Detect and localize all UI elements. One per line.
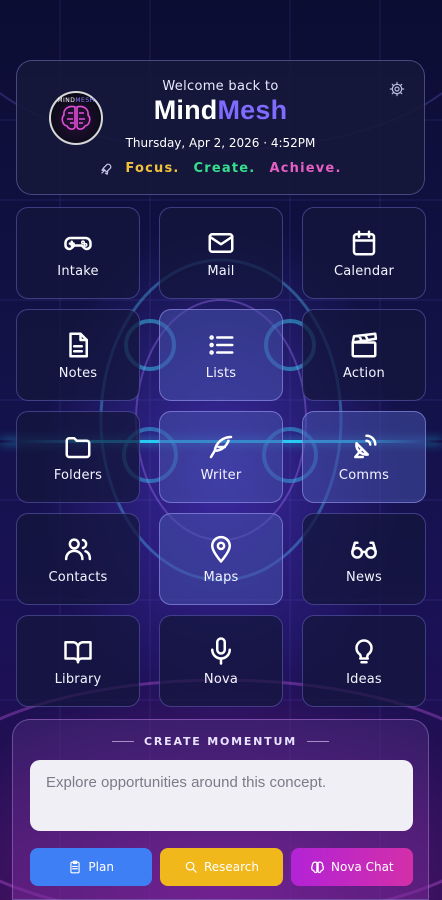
tile-mail[interactable]: Mail xyxy=(159,207,283,299)
heading-divider-right xyxy=(306,741,329,742)
nova-chat-button-label: Nova Chat xyxy=(331,860,394,874)
tile-label: Contacts xyxy=(48,570,108,585)
book-icon xyxy=(64,641,92,664)
tile-label: Library xyxy=(54,672,102,687)
tile-label: News xyxy=(346,570,382,585)
tile-label: Mail xyxy=(207,264,235,279)
plan-button-label: Plan xyxy=(88,860,114,874)
app-title: MindMesh xyxy=(17,95,424,126)
tile-nova[interactable]: Nova xyxy=(159,615,283,707)
current-datetime: Thursday, Apr 2, 2026 · 4:52PM xyxy=(125,136,316,150)
gamepad-icon xyxy=(64,236,92,251)
list-icon xyxy=(209,335,234,355)
momentum-actions: Plan Research Nova Chat xyxy=(30,848,413,886)
search-icon xyxy=(185,861,197,873)
gear-icon xyxy=(389,81,405,97)
tile-label: Folders xyxy=(53,468,103,483)
tile-maps[interactable]: Maps xyxy=(159,513,283,605)
glasses-icon xyxy=(351,541,377,559)
tile-calendar[interactable]: Calendar xyxy=(302,207,426,299)
feather-icon xyxy=(209,435,233,459)
settings-button[interactable] xyxy=(388,80,406,98)
tile-action[interactable]: Action xyxy=(302,309,426,401)
tile-label: Writer xyxy=(200,468,242,483)
tagline-focus: Focus. xyxy=(125,161,180,176)
document-icon xyxy=(69,332,88,358)
tile-library[interactable]: Library xyxy=(16,615,140,707)
satellite-icon xyxy=(354,434,377,459)
tile-label: Action xyxy=(343,366,385,381)
create-momentum-title: CREATE MOMENTUM xyxy=(144,735,297,748)
tile-label: Nova xyxy=(203,672,239,687)
tile-writer[interactable]: Writer xyxy=(159,411,283,503)
clipboard-icon xyxy=(70,860,81,874)
clapperboard-icon xyxy=(351,332,378,358)
lightbulb-icon xyxy=(355,639,373,664)
app-title-mesh: Mesh xyxy=(217,95,288,125)
tile-ideas[interactable]: Ideas xyxy=(302,615,426,707)
research-button[interactable]: Research xyxy=(160,848,283,886)
tile-comms[interactable]: Comms xyxy=(302,411,426,503)
welcome-header: MINDMESH Welcome back to MindMesh Thursd… xyxy=(16,60,425,195)
tagline: Focus. Create. Achieve. xyxy=(17,161,424,176)
tile-contacts[interactable]: Contacts xyxy=(16,513,140,605)
calendar-icon xyxy=(352,230,376,256)
tile-label: Ideas xyxy=(346,672,382,687)
welcome-text: Welcome back to xyxy=(162,79,279,94)
prompt-input[interactable]: Explore opportunities around this concep… xyxy=(30,760,413,831)
tile-label: Calendar xyxy=(333,264,395,279)
nova-chat-button[interactable]: Nova Chat xyxy=(290,848,413,886)
app-tiles-grid: Intake Mail Calendar Notes Lists Action … xyxy=(16,207,426,707)
tagline-create: Create. xyxy=(193,161,256,176)
tagline-achieve: Achieve. xyxy=(269,161,342,176)
mail-icon xyxy=(208,233,234,253)
create-momentum-heading: CREATE MOMENTUM xyxy=(13,735,428,748)
tile-notes[interactable]: Notes xyxy=(16,309,140,401)
tile-lists[interactable]: Lists xyxy=(159,309,283,401)
tile-label: Intake xyxy=(57,264,99,279)
home-screen: MINDMESH Welcome back to MindMesh Thursd… xyxy=(0,0,442,900)
microphone-icon xyxy=(211,637,231,665)
create-momentum-panel: CREATE MOMENTUM Explore opportunities ar… xyxy=(12,719,429,900)
tile-intake[interactable]: Intake xyxy=(16,207,140,299)
tile-label: Lists xyxy=(205,366,237,381)
users-icon xyxy=(64,538,92,561)
tile-news[interactable]: News xyxy=(302,513,426,605)
tile-label: Notes xyxy=(58,366,98,381)
plan-button[interactable]: Plan xyxy=(30,848,153,886)
rocket-icon xyxy=(101,163,112,175)
heading-divider-left xyxy=(112,741,135,742)
tile-label: Comms xyxy=(338,468,390,483)
brain-icon xyxy=(311,860,324,873)
folder-icon xyxy=(65,437,91,459)
tile-label: Maps xyxy=(203,570,239,585)
tile-folders[interactable]: Folders xyxy=(16,411,140,503)
app-title-mind: Mind xyxy=(153,95,218,125)
research-button-label: Research xyxy=(203,860,260,874)
map-pin-icon xyxy=(211,535,231,563)
